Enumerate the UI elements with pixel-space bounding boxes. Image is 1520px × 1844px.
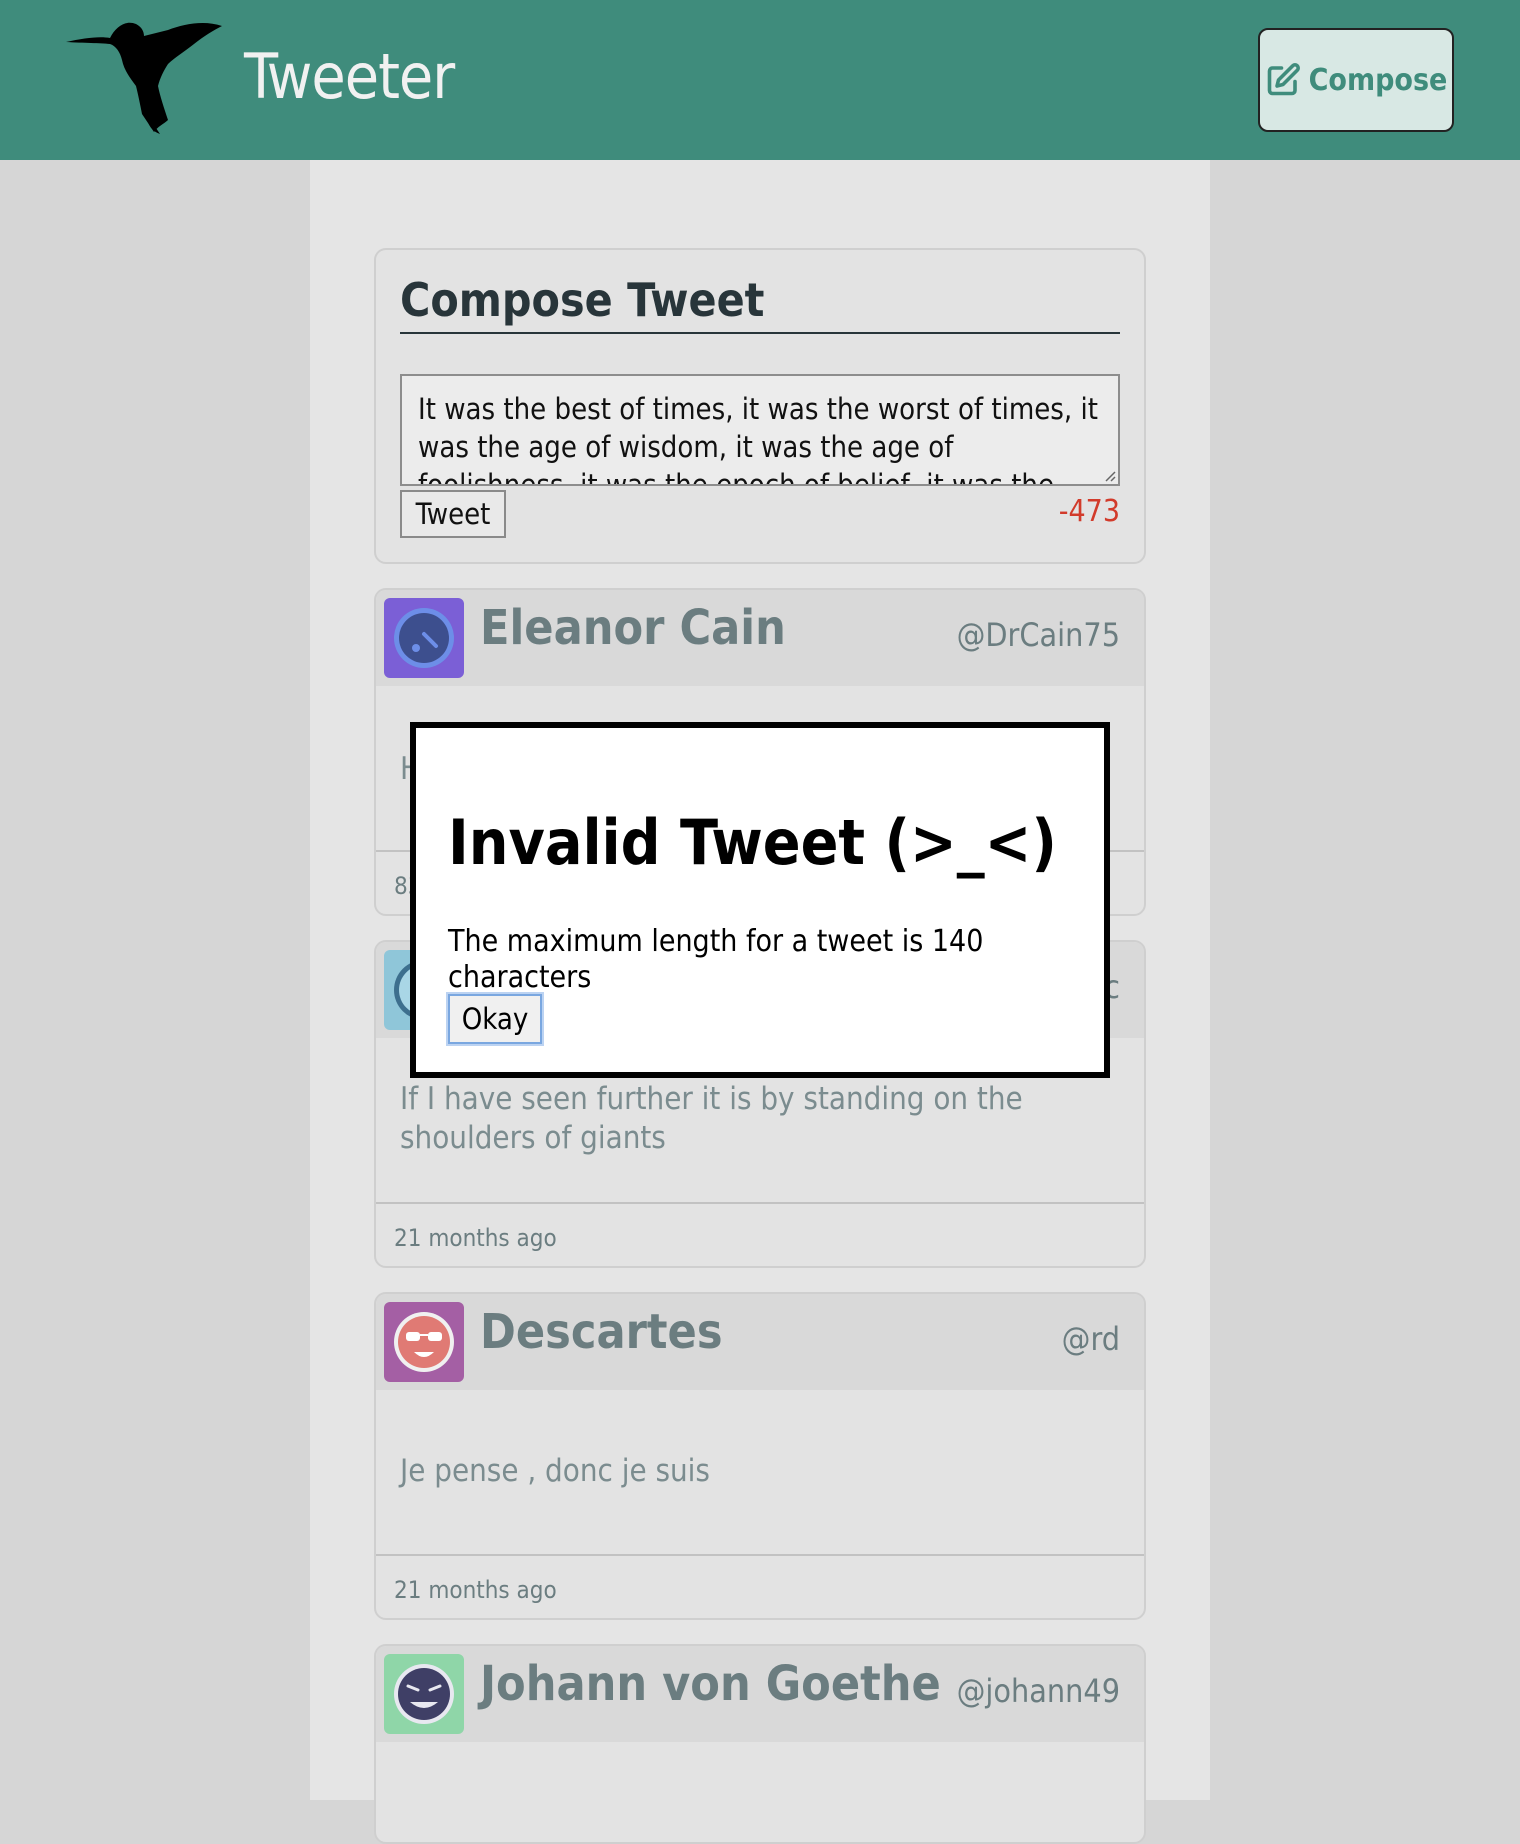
- brand-title: Tweeter: [244, 40, 455, 113]
- tweet-author-name: Descartes: [480, 1304, 723, 1360]
- tweet-time: 21 months ago: [394, 1576, 557, 1604]
- okay-button[interactable]: Okay: [446, 992, 544, 1046]
- dialog-title: Invalid Tweet (>_<): [448, 806, 1057, 879]
- tweet-card: Descartes @rd Je pense , donc je suis 21…: [374, 1292, 1146, 1620]
- tweet-author-name: Eleanor Cain: [480, 600, 786, 656]
- avatar: [384, 1654, 464, 1734]
- avatar-face-icon: [394, 1664, 454, 1724]
- tweet-author-handle: @rd: [1061, 1320, 1120, 1358]
- avatar-face-icon: [394, 608, 454, 668]
- compose-panel: Compose Tweet It was the best of times, …: [374, 248, 1146, 564]
- hummingbird-logo-icon: [66, 22, 222, 134]
- dialog-message: The maximum length for a tweet is 140 ch…: [448, 924, 984, 995]
- edit-icon: [1267, 63, 1300, 96]
- tweet-textarea[interactable]: It was the best of times, it was the wor…: [400, 374, 1120, 486]
- tweet-text: Je pense , donc je suis: [400, 1453, 710, 1489]
- compose-title: Compose Tweet: [400, 270, 1120, 334]
- tweet-header: Descartes @rd: [376, 1294, 1144, 1390]
- tweet-text: If I have seen further it is by standing…: [400, 1081, 1023, 1156]
- compose-button-label: Compose: [1308, 62, 1448, 98]
- top-nav: Tweeter Compose: [0, 0, 1520, 160]
- tweet-card: Johann von Goethe @johann49: [374, 1644, 1146, 1844]
- tweet-author-handle: @johann49: [956, 1672, 1120, 1710]
- char-counter: -473: [1058, 494, 1120, 529]
- tweet-footer: 21 months ago: [376, 1554, 1144, 1618]
- tweet-header: Eleanor Cain @DrCain75: [376, 590, 1144, 686]
- tweet-footer: 21 months ago: [376, 1202, 1144, 1266]
- tweet-button[interactable]: Tweet: [400, 490, 506, 538]
- tweet-time: 21 months ago: [394, 1224, 557, 1252]
- avatar: [384, 1302, 464, 1382]
- invalid-tweet-dialog: Invalid Tweet (>_<) The maximum length f…: [410, 722, 1110, 1078]
- avatar-face-icon: [394, 1312, 454, 1372]
- tweet-author-handle: @DrCain75: [956, 616, 1120, 654]
- tweet-author-name: Johann von Goethe: [480, 1656, 941, 1712]
- avatar: [384, 598, 464, 678]
- resize-grip-icon[interactable]: [1104, 470, 1116, 482]
- compose-button[interactable]: Compose: [1258, 28, 1454, 132]
- tweet-header: Johann von Goethe @johann49: [376, 1646, 1144, 1742]
